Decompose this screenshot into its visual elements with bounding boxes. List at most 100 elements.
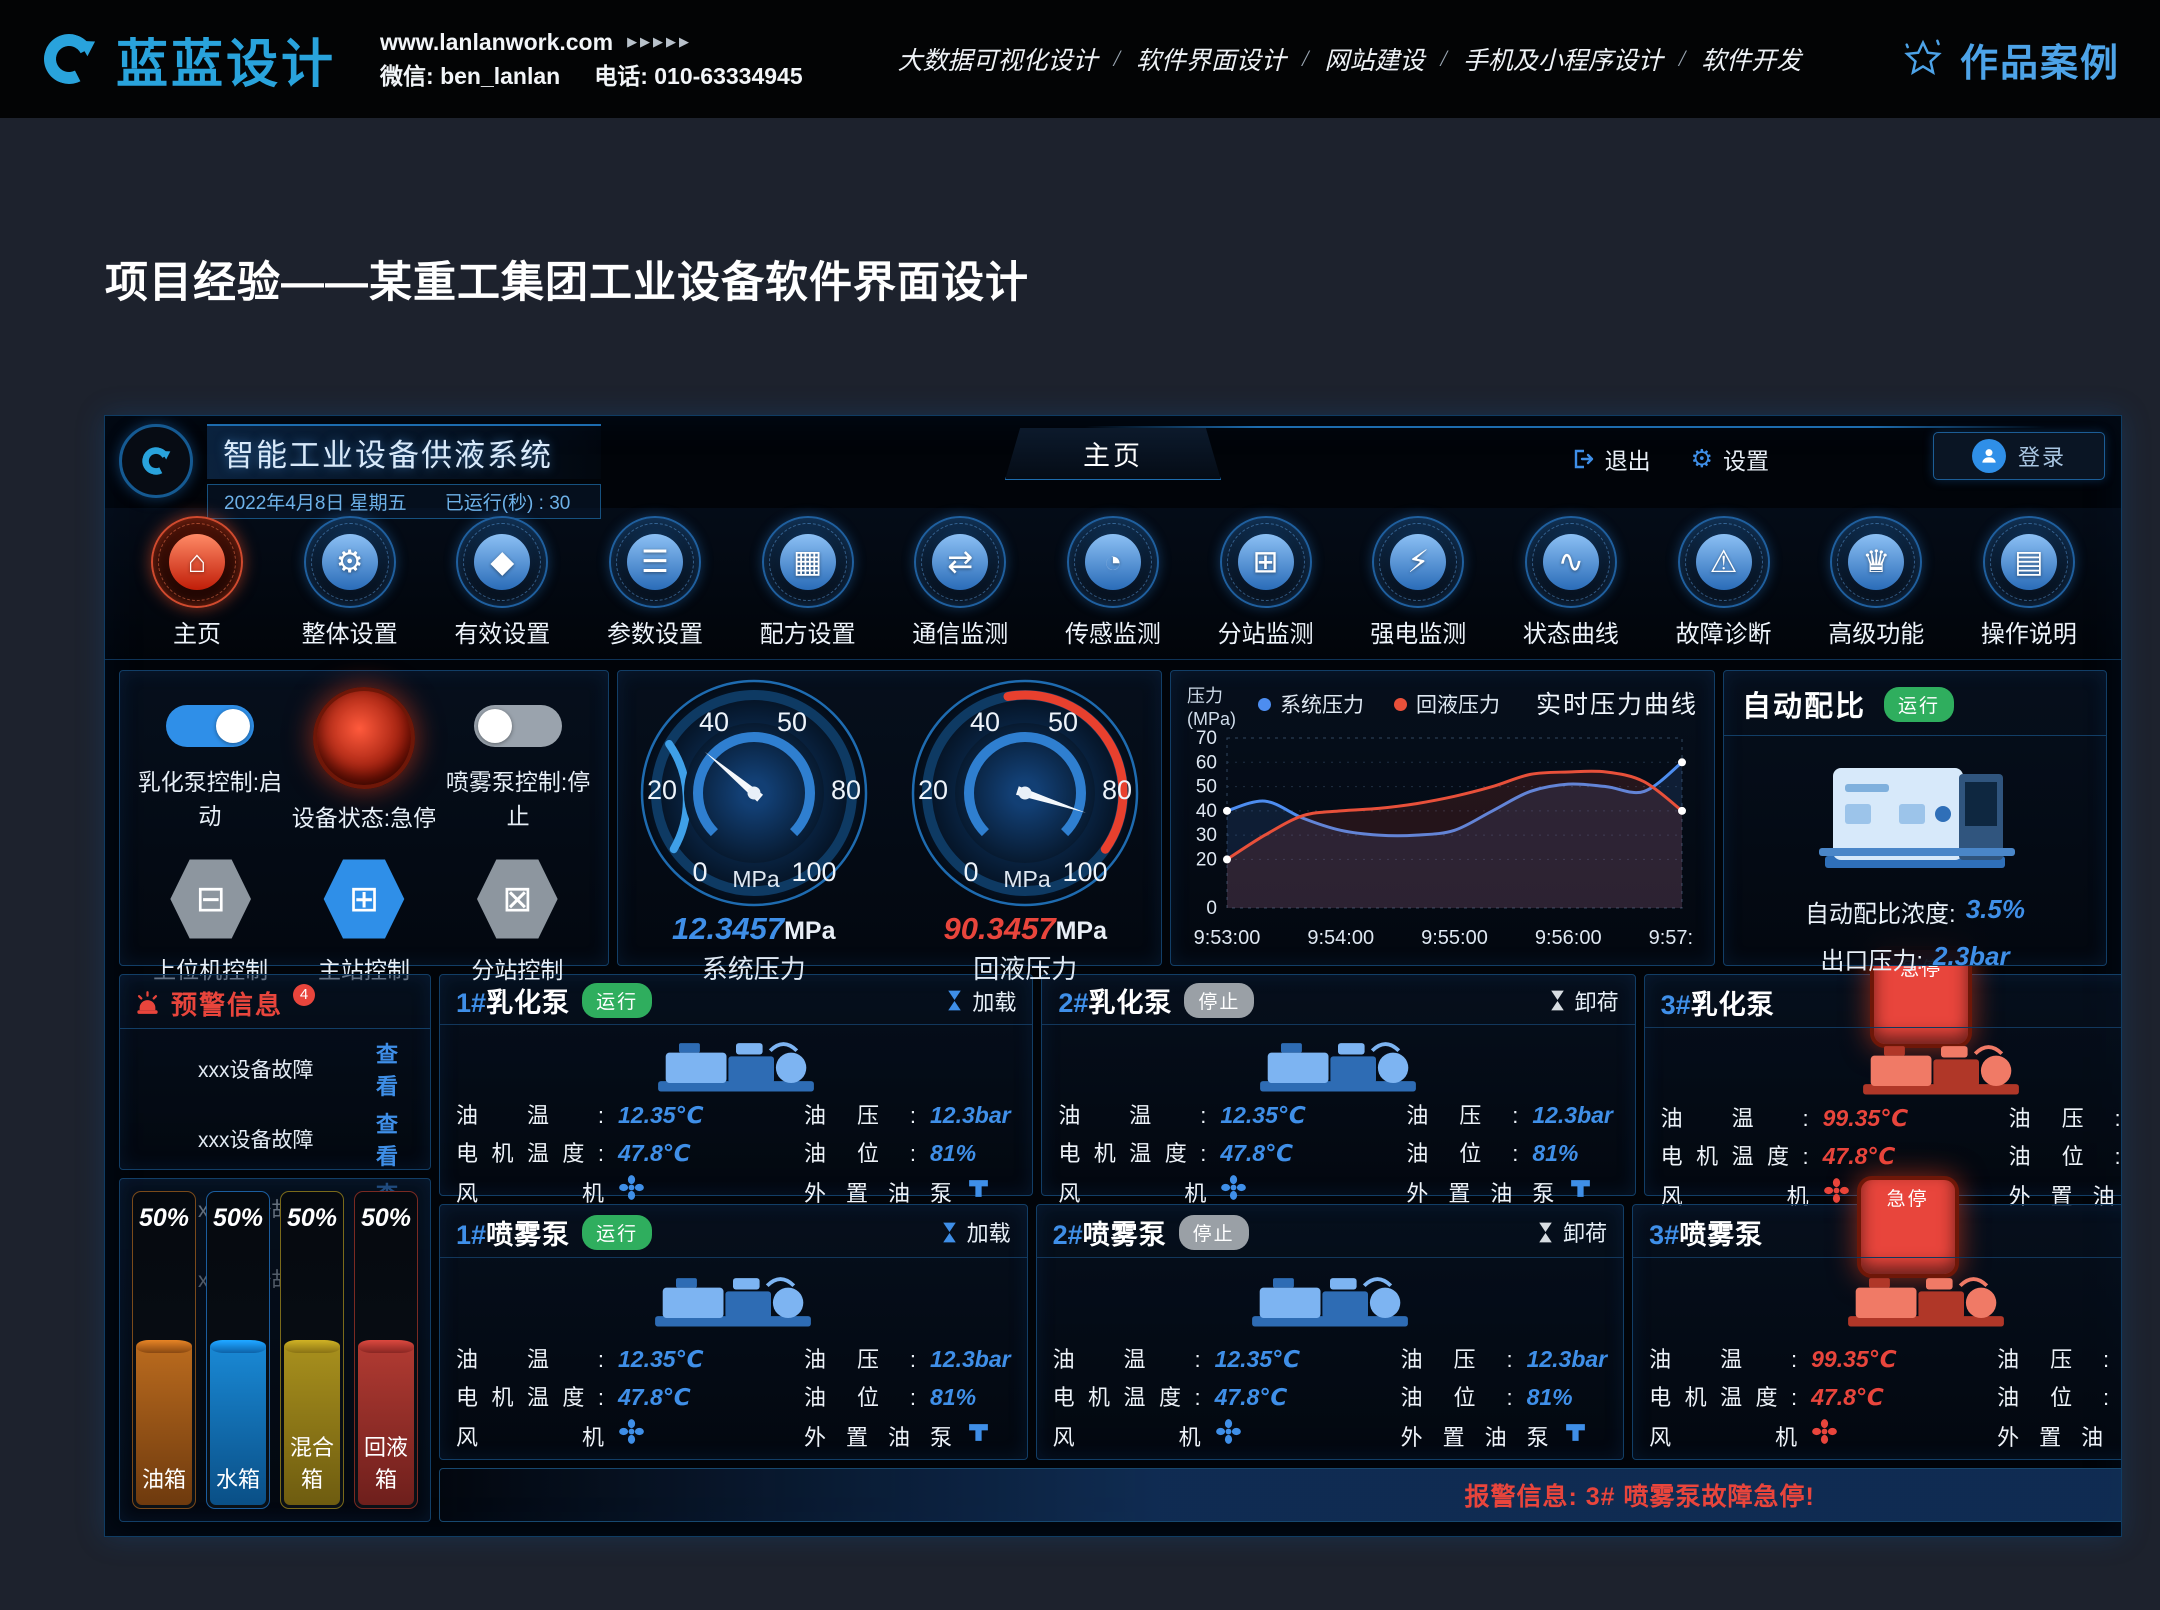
nav-circle: ⌂ — [151, 516, 243, 608]
warning-view-link[interactable]: 查看 — [376, 1037, 416, 1101]
pump-illustration — [1846, 1028, 2036, 1106]
svg-text:20: 20 — [647, 775, 677, 805]
tab-home[interactable]: 主页 — [1005, 428, 1221, 480]
load-mode-button[interactable]: 卸荷 — [1537, 1216, 1607, 1248]
sensor-gauge-icon: ◔ — [1085, 534, 1141, 590]
tank-label: 油箱 — [133, 1462, 195, 1494]
warning-view-link[interactable]: 查看 — [376, 1107, 416, 1171]
nav-item-1[interactable]: ⚙整体设置 — [288, 508, 412, 659]
device-status-label: 设备状态:急停 — [288, 799, 440, 833]
card-icon-label: 风机 — [1053, 1420, 1201, 1452]
auto-ratio-value: 2.3bar — [1933, 941, 2010, 976]
site-nav-item-0[interactable]: 大数据可视化设计 — [898, 41, 1098, 77]
card-metric-value: 12.35℃ — [1215, 1346, 1375, 1373]
nav-item-12[interactable]: ▤操作说明 — [1967, 508, 2091, 659]
gauges-panel: 020405080100MPa12.3457MPa系统压力02040508010… — [617, 670, 1162, 966]
card-metric-label: 油位: — [1997, 1380, 2109, 1412]
hex-button-1[interactable]: ⊞主站控制 — [288, 857, 440, 985]
spray-pump-toggle[interactable] — [474, 705, 562, 747]
gauge-dial: 020405080100MPa — [907, 675, 1143, 911]
fan-icon — [618, 1418, 645, 1445]
site-nav-item-1[interactable]: 软件界面设计 — [1136, 41, 1286, 77]
card-metric-value: 12.3bar — [1532, 1102, 1618, 1129]
legend-dot — [1258, 698, 1271, 711]
dashboard-nav: ⌂主页⚙整体设置◆有效设置 ☰ 参数设置 ▦配方设置⇄通信监测◔传感监测⊞分站监测⚡强… — [105, 508, 2121, 660]
card-metric-label: 电机温度: — [456, 1136, 604, 1168]
hex-button-0[interactable]: ⊟上位机控制 — [135, 857, 287, 985]
site-nav-item-4[interactable]: 软件开发 — [1701, 41, 1801, 77]
card-title: 2#喷雾泵 — [1053, 1213, 1167, 1252]
external-pump-icon — [966, 1420, 991, 1445]
nav-item-0[interactable]: ⌂主页 — [135, 508, 259, 659]
emulsion-pump-toggle[interactable] — [166, 705, 254, 747]
fan-icon — [618, 1174, 645, 1201]
nav-item-2[interactable]: ◆有效设置 — [440, 508, 564, 659]
legend-item-1: 回液压力 — [1394, 689, 1500, 719]
nav-item-5[interactable]: ⇄通信监测 — [898, 508, 1022, 659]
pressure-chart-panel: 压力(MPa) 系统压力回液压力 实时压力曲线 02030405060709:5… — [1170, 670, 1715, 966]
pump-illustration — [641, 1025, 831, 1103]
hourglass-icon — [941, 1221, 958, 1244]
load-mode-button[interactable]: 加载 — [941, 1216, 1011, 1248]
comm-icon: ⇄ — [932, 534, 988, 590]
sliders-icon: ☰ — [627, 534, 683, 590]
settings-button[interactable]: ⚙ 设置 — [1691, 442, 1769, 476]
gauge-label: 系统压力 — [636, 949, 872, 986]
nav-item-9[interactable]: ∿状态曲线 — [1509, 508, 1633, 659]
nav-item-10[interactable]: ⚠故障诊断 — [1662, 508, 1786, 659]
nav-item-3[interactable]: ☰ 参数设置 — [593, 508, 717, 659]
nav-item-7[interactable]: ⊞分站监测 — [1204, 508, 1328, 659]
nav-item-11[interactable]: ♛高级功能 — [1814, 508, 1938, 659]
site-url[interactable]: www.lanlanwork.com — [380, 25, 613, 60]
hex-button-2[interactable]: ⊠分站控制 — [441, 857, 593, 985]
card-3乳化泵: 3#乳化泵急停卸荷油温:99.35℃油压:12.3bar电机温度:47.8℃油位… — [1644, 974, 2122, 1196]
svg-text:40: 40 — [1196, 801, 1217, 822]
nav-circle: ⚡ — [1372, 516, 1464, 608]
card-metric-label: 油压: — [804, 1342, 916, 1374]
tank-oil: 50%油箱 — [132, 1191, 196, 1509]
exit-button[interactable]: 退出 — [1571, 442, 1651, 476]
svg-text:MPa: MPa — [1004, 866, 1052, 892]
site-nav-item-2[interactable]: 网站建设 — [1324, 41, 1424, 77]
status-curve-icon: ∿ — [1543, 534, 1599, 590]
login-button[interactable]: 登录 — [1933, 432, 2105, 480]
card-metric-label: 油压: — [1997, 1342, 2109, 1374]
site-nav: 大数据可视化设计/软件界面设计/网站建设/手机及小程序设计/软件开发 — [898, 41, 1802, 77]
nav-item-6[interactable]: ◔传感监测 — [1051, 508, 1175, 659]
nav-item-8[interactable]: ⚡强电监测 — [1356, 508, 1480, 659]
chart-y-axis-label: 压力(MPa) — [1187, 685, 1236, 730]
tank-return: 50%回液箱 — [354, 1191, 418, 1509]
emergency-stop-button[interactable] — [313, 687, 415, 789]
alarm-bar: 报警信息: 3# 喷雾泵故障急停! — [439, 1468, 2122, 1522]
svg-text:70: 70 — [1196, 730, 1217, 749]
card-metric-value: 12.35℃ — [1220, 1102, 1380, 1129]
nav-item-label: 参数设置 — [593, 614, 717, 649]
site-nav-item-3[interactable]: 手机及小程序设计 — [1463, 41, 1663, 77]
cases-link[interactable]: 作品案例 — [1900, 32, 2120, 87]
card-icon-label: 风机 — [1649, 1420, 1797, 1452]
auto-ratio-status-badge: 运行 — [1884, 687, 1954, 722]
card-metric-label: 油温: — [1649, 1342, 1797, 1374]
chart-legend: 系统压力回液压力 — [1258, 689, 1500, 719]
site-logo[interactable]: 蓝蓝设计 — [40, 22, 336, 97]
svg-text:80: 80 — [831, 775, 861, 805]
svg-text:50: 50 — [1196, 777, 1217, 798]
gauge-red: 020405080100MPa90.3457MPa回液压力 — [907, 675, 1143, 965]
runtime-label: 已运行(秒) : — [445, 493, 544, 514]
card-2喷雾泵: 2#喷雾泵停止卸荷油温:12.35℃油压:12.3bar电机温度:47.8℃油位… — [1036, 1204, 1625, 1460]
svg-text:40: 40 — [699, 707, 729, 737]
legend-dot — [1394, 698, 1407, 711]
substation-icon: ⊠ — [475, 857, 559, 941]
card-metric-value: 12.3bar — [930, 1346, 1011, 1373]
card-metric-label: 油温: — [1661, 1101, 1809, 1133]
card-metric-label: 油压: — [1401, 1342, 1513, 1374]
nav-item-4[interactable]: ▦配方设置 — [746, 508, 870, 659]
star-icon — [1900, 36, 1946, 82]
card-title: 3#喷雾泵 — [1649, 1213, 1763, 1252]
auto-ratio-row-1: 出口压力:2.3bar — [1742, 941, 2088, 976]
nav-separator: / — [1440, 46, 1446, 72]
dashboard-header: 智能工业设备供液系统 2022年4月8日 星期五 已运行(秒) : 30 主页 … — [105, 416, 2121, 508]
load-mode-button[interactable]: 卸荷 — [1549, 985, 1619, 1017]
load-mode-button[interactable]: 加载 — [946, 985, 1016, 1017]
gauge-value-line: 12.3457MPa — [636, 911, 872, 947]
